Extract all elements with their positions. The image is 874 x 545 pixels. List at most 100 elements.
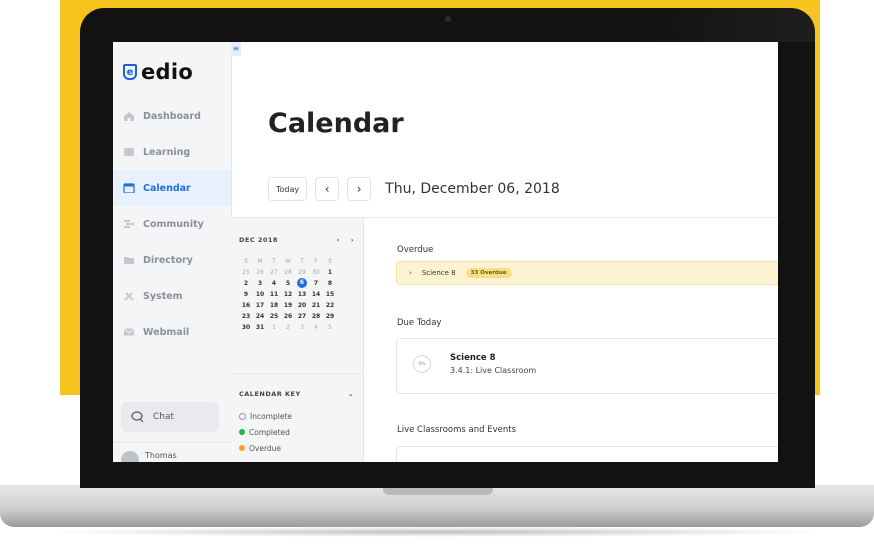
brand-logo[interactable]: e edio: [123, 60, 193, 84]
laptop-notch: [383, 487, 493, 495]
mini-calendar-day[interactable]: 29: [323, 311, 337, 322]
weekday-label: M: [257, 258, 263, 265]
mini-calendar-panel: DEC 2018 ‹ › S M T W T F S 25 26 27 28 29 30 1 2 3 4 5 6 7 8…: [231, 218, 364, 462]
mini-calendar-week: 30 31 1 2 3 4 5: [239, 322, 354, 333]
sidebar-toggle-icon[interactable]: ≡: [231, 42, 241, 56]
sidebar: e edio Dashboard Learning Calendar Commu…: [113, 42, 232, 462]
calendar-key-list: Incomplete Completed Overdue: [239, 408, 292, 456]
today-button[interactable]: Today: [268, 177, 308, 201]
mini-calendar-day[interactable]: 2: [239, 278, 253, 289]
mini-calendar-day[interactable]: 11: [267, 289, 281, 300]
overdue-row[interactable]: › Science 8 33 Overdue: [396, 261, 778, 285]
sidebar-item-dashboard[interactable]: Dashboard: [113, 98, 231, 134]
mini-prev-month-button[interactable]: ‹: [337, 236, 340, 244]
sidebar-item-learning[interactable]: Learning: [113, 134, 231, 170]
due-today-card[interactable]: 0% Science 8 3.4.1: Live Classroom: [396, 338, 778, 394]
mini-calendar-day[interactable]: 1: [267, 322, 281, 333]
mini-calendar-week: 25 26 27 28 29 30 1: [239, 267, 354, 278]
sidebar-item-label: Dashboard: [143, 110, 201, 122]
mini-calendar-day[interactable]: 21: [309, 300, 323, 311]
mini-calendar-day[interactable]: 18: [267, 300, 281, 311]
mini-calendar-day[interactable]: 26: [253, 267, 267, 278]
sidebar-item-calendar[interactable]: Calendar: [113, 170, 231, 206]
learning-icon: [124, 148, 134, 156]
live-event-card[interactable]: [396, 446, 778, 462]
mini-calendar-week: 2345678: [239, 278, 354, 289]
mini-calendar-day[interactable]: 3: [253, 278, 267, 289]
mini-calendar-day[interactable]: 26: [281, 311, 295, 322]
mini-calendar-day[interactable]: 31: [253, 322, 267, 333]
key-item-overdue: Overdue: [239, 440, 292, 456]
key-label: Overdue: [249, 443, 282, 453]
sidebar-nav: Dashboard Learning Calendar Community Di…: [113, 98, 231, 350]
completed-dot-icon: [239, 429, 245, 435]
next-day-button[interactable]: ›: [347, 177, 372, 201]
mini-calendar-day[interactable]: 7: [309, 278, 323, 289]
brand-name: edio: [141, 60, 194, 84]
mini-calendar-day[interactable]: 30: [239, 322, 253, 333]
chevron-down-icon[interactable]: ⌄: [348, 390, 354, 398]
mini-calendar-day[interactable]: 5: [281, 278, 295, 289]
live-events-section-title: Live Classrooms and Events: [397, 425, 517, 435]
sidebar-item-webmail[interactable]: Webmail: [113, 314, 231, 350]
mini-calendar-day[interactable]: 19: [281, 300, 295, 311]
weekday-label: T: [300, 258, 304, 265]
mini-calendar-day[interactable]: 8: [323, 278, 337, 289]
mini-calendar-day[interactable]: 4: [267, 278, 281, 289]
avatar: [121, 451, 139, 462]
weekday-label: T: [272, 258, 276, 265]
sidebar-item-label: Learning: [143, 146, 191, 158]
mini-calendar-day[interactable]: 14: [309, 289, 323, 300]
sidebar-item-label: System: [143, 290, 183, 302]
mini-calendar-grid: S M T W T F S 25 26 27 28 29 30 1 2 3 4 5 6 7 8 9 10 11 12 13 14 15…: [239, 256, 354, 333]
sidebar-item-label: Calendar: [143, 182, 191, 194]
mini-calendar-day[interactable]: 5: [323, 322, 337, 333]
mini-calendar-day[interactable]: 25: [239, 267, 253, 278]
laptop-shadow: [40, 527, 834, 537]
mini-calendar-day[interactable]: 10: [253, 289, 267, 300]
mini-calendar-day[interactable]: 27: [295, 311, 309, 322]
mini-calendar-day[interactable]: 2: [281, 322, 295, 333]
due-item-title: 3.4.1: Live Classroom: [450, 366, 537, 375]
calendar-key-title: CALENDAR KEY: [239, 390, 301, 398]
mini-calendar-day[interactable]: 17: [253, 300, 267, 311]
mini-calendar-day[interactable]: 16: [239, 300, 253, 311]
mini-calendar-day[interactable]: 22: [323, 300, 337, 311]
chat-icon: [131, 411, 144, 423]
calendar-key-header[interactable]: CALENDAR KEY ⌄: [239, 390, 354, 398]
page-title: Calendar: [268, 108, 404, 139]
sidebar-item-community[interactable]: Community: [113, 206, 231, 242]
chevron-right-icon: ›: [409, 269, 412, 277]
mini-calendar-day[interactable]: 12: [281, 289, 295, 300]
mini-calendar-day[interactable]: 9: [239, 289, 253, 300]
mini-calendar-day[interactable]: 1: [323, 267, 337, 278]
mini-calendar-day[interactable]: 20: [295, 300, 309, 311]
mini-calendar-day[interactable]: 27: [267, 267, 281, 278]
camera-icon: [445, 16, 451, 22]
mini-next-month-button[interactable]: ›: [351, 236, 354, 244]
mini-calendar-day[interactable]: 24: [253, 311, 267, 322]
sidebar-item-directory[interactable]: Directory: [113, 242, 231, 278]
mini-calendar-day[interactable]: 4: [309, 322, 323, 333]
weekday-label: W: [285, 258, 291, 265]
mini-calendar-day[interactable]: 28: [281, 267, 295, 278]
mini-calendar-day[interactable]: 13: [295, 289, 309, 300]
weekday-label: S: [244, 258, 248, 265]
mini-calendar-day[interactable]: 25: [267, 311, 281, 322]
chat-button[interactable]: Chat: [121, 402, 219, 432]
weekday-label: S: [328, 258, 332, 265]
sidebar-item-system[interactable]: System: [113, 278, 231, 314]
mini-calendar-day[interactable]: 23: [239, 311, 253, 322]
mini-calendar-day[interactable]: 3: [295, 322, 309, 333]
calendar-icon: [123, 183, 135, 193]
folder-icon: [124, 257, 134, 264]
prev-day-button[interactable]: ‹: [315, 177, 340, 201]
user-profile[interactable]: Thomas: [113, 442, 231, 462]
due-course-title: Science 8: [450, 353, 496, 363]
mini-calendar-day[interactable]: 6: [297, 278, 307, 288]
mini-calendar-day[interactable]: 28: [309, 311, 323, 322]
mini-calendar-day[interactable]: 15: [323, 289, 337, 300]
mini-calendar-day[interactable]: 30: [309, 267, 323, 278]
mini-calendar-day[interactable]: 29: [295, 267, 309, 278]
due-today-section-title: Due Today: [397, 318, 442, 328]
